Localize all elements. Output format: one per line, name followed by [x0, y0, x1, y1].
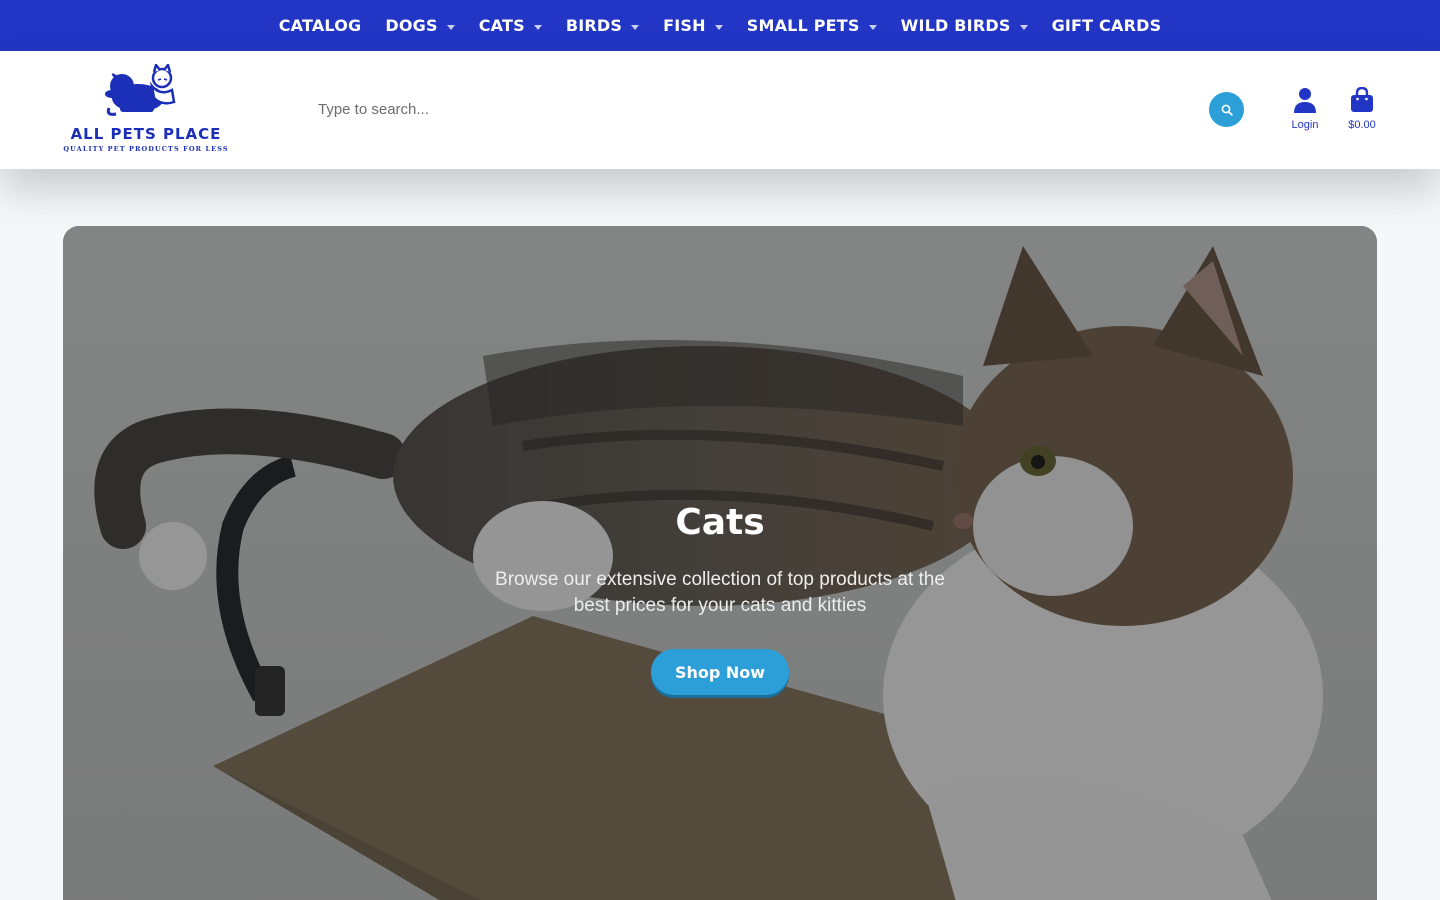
nav-item-birds[interactable]: BIRDS — [565, 16, 640, 35]
caret-down-icon — [446, 24, 455, 30]
nav-item-label: SMALL PETS — [746, 16, 860, 35]
login-link[interactable]: Login — [1286, 87, 1324, 131]
shopping-bag-icon — [1351, 87, 1373, 112]
shop-now-button[interactable]: Shop Now — [651, 649, 789, 695]
login-label: Login — [1291, 119, 1319, 131]
nav-item-label: BIRDS — [565, 16, 623, 35]
nav-item-label: WILD BIRDS — [900, 16, 1011, 35]
search-input[interactable] — [306, 89, 1186, 129]
hero-title: Cats — [675, 502, 765, 543]
nav-item-label: CATS — [478, 16, 525, 35]
pets-logo-icon — [105, 64, 176, 116]
nav-item-small-pets[interactable]: SMALL PETS — [747, 16, 877, 35]
cart-amount: $0.00 — [1348, 119, 1376, 131]
nav-item-wild-birds[interactable]: WILD BIRDS — [901, 16, 1028, 35]
search-button[interactable] — [1209, 92, 1244, 127]
logo-name: ALL PETS PLACE — [70, 125, 222, 143]
hero-overlay — [63, 226, 1377, 900]
nav-item-label: FISH — [663, 16, 706, 35]
caret-down-icon — [868, 24, 877, 30]
logo-tagline: QUALITY PET PRODUCTS FOR LESS — [63, 145, 229, 153]
nav-item-catalog[interactable]: CATALOG — [279, 16, 362, 35]
nav-item-label: GIFT CARDS — [1051, 16, 1162, 35]
top-navigation: CATALOG DOGS CATS BIRDS FISH SMALL PETS … — [0, 0, 1440, 51]
caret-down-icon — [631, 24, 640, 30]
site-header: ALL PETS PLACE QUALITY PET PRODUCTS FOR … — [0, 51, 1440, 169]
caret-down-icon — [714, 24, 723, 30]
hero-banner: Cats Browse our extensive collection of … — [63, 226, 1377, 900]
caret-down-icon — [1019, 24, 1028, 30]
search-icon — [1221, 104, 1233, 116]
nav-item-gift-cards[interactable]: GIFT CARDS — [1052, 16, 1162, 35]
nav-item-label: CATALOG — [278, 16, 362, 35]
nav-item-label: DOGS — [385, 16, 438, 35]
cart-link[interactable]: $0.00 — [1342, 87, 1382, 131]
nav-item-cats[interactable]: CATS — [479, 16, 542, 35]
caret-down-icon — [533, 24, 542, 30]
user-icon — [1294, 88, 1316, 113]
nav-item-dogs[interactable]: DOGS — [385, 16, 455, 35]
logo[interactable]: ALL PETS PLACE QUALITY PET PRODUCTS FOR … — [62, 64, 232, 156]
nav-item-fish[interactable]: FISH — [663, 16, 723, 35]
hero-subtitle: Browse our extensive collection of top p… — [495, 569, 945, 616]
